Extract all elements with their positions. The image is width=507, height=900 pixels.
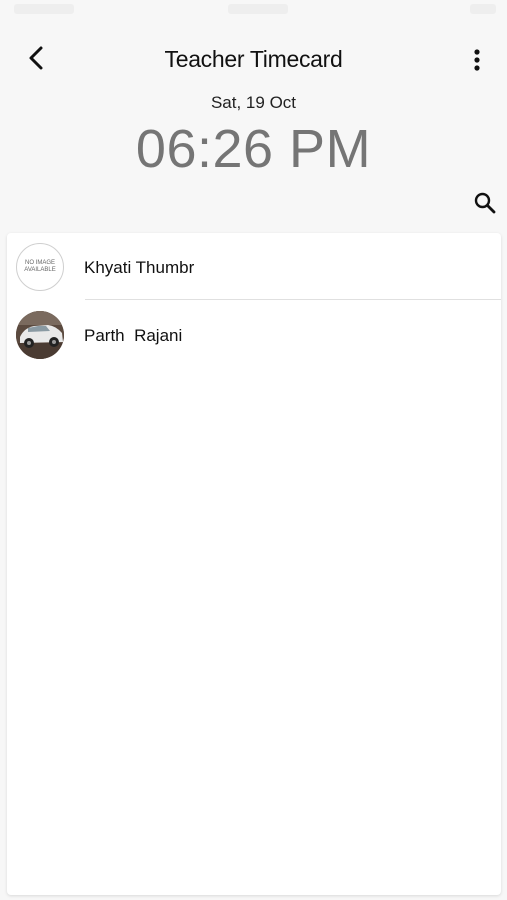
teacher-name: Parth Rajani xyxy=(84,326,183,345)
page-title: Teacher Timecard xyxy=(164,46,343,72)
teacher-list: NO IMAGE AVAILABLE Khyati Thumbr Parth R… xyxy=(7,233,501,895)
more-options-button[interactable] xyxy=(463,44,491,76)
back-button[interactable] xyxy=(20,42,52,74)
app-header: Teacher Timecard xyxy=(0,22,507,96)
list-item[interactable]: NO IMAGE AVAILABLE Khyati Thumbr xyxy=(7,234,501,300)
status-bar xyxy=(0,0,507,22)
avatar xyxy=(16,311,64,359)
avatar: NO IMAGE AVAILABLE xyxy=(16,243,64,291)
status-clock xyxy=(228,4,288,14)
teacher-name: Khyati Thumbr xyxy=(84,258,195,277)
list-item[interactable]: Parth Rajani xyxy=(7,302,501,368)
more-vertical-icon xyxy=(474,49,480,71)
divider xyxy=(85,299,501,300)
battery-icon xyxy=(470,4,496,14)
current-time: 06:26 PM xyxy=(135,119,372,179)
current-date: Sat, 19 Oct xyxy=(210,93,297,112)
avatar-placeholder-text: NO IMAGE AVAILABLE xyxy=(24,260,56,273)
chevron-left-icon xyxy=(29,46,43,70)
search-icon xyxy=(474,192,496,214)
status-carrier xyxy=(14,4,74,14)
car-photo-icon xyxy=(16,311,64,359)
search-button[interactable] xyxy=(470,188,500,218)
